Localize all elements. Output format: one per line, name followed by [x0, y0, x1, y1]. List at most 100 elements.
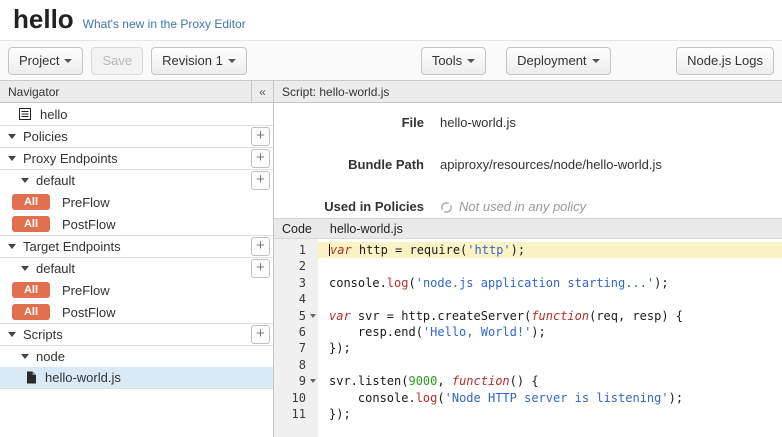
all-badge: All — [12, 304, 50, 320]
add-target-endpoint-button[interactable]: + — [251, 237, 270, 256]
line-number: 7 — [274, 340, 318, 356]
toolbar: Project Save Revision 1 Tools Deployment… — [0, 40, 782, 81]
nav-item-target-postflow[interactable]: All PostFlow — [0, 301, 273, 323]
code-line[interactable]: 2 — [274, 258, 782, 274]
nav-item-proxy-default[interactable]: default + — [0, 169, 273, 191]
nav-item-target-default[interactable]: default + — [0, 257, 273, 279]
code-line-text — [318, 291, 782, 307]
code-line[interactable]: 6 resp.end('Hello, World!'); — [274, 324, 782, 340]
code-line-text: svr.listen(9000, function() { — [318, 373, 782, 389]
nav-item-label: Policies — [23, 129, 68, 144]
script-panel-title: Script: hello-world.js — [282, 85, 389, 99]
line-number: 9 — [274, 373, 318, 389]
line-number: 8 — [274, 357, 318, 373]
collapse-panel-button[interactable]: « — [251, 81, 273, 102]
main-split: Navigator « hello Policies + Proxy Endpo… — [0, 81, 782, 437]
used-in-policies-text: Not used in any policy — [459, 197, 586, 217]
code-line[interactable]: 3console.log('node.js application starti… — [274, 275, 782, 291]
all-badge: All — [12, 194, 50, 210]
code-line[interactable]: 7}); — [274, 340, 782, 356]
detail-row-file: File hello-world.js — [274, 113, 782, 133]
code-line[interactable]: 5var svr = http.createServer(function(re… — [274, 308, 782, 324]
nav-item-label: Proxy Endpoints — [23, 151, 118, 166]
chevron-down-icon — [228, 59, 236, 63]
revision-menu-button[interactable]: Revision 1 — [151, 47, 247, 75]
code-line-text: var svr = http.createServer(function(req… — [318, 308, 782, 324]
whats-new-link[interactable]: What's new in the Proxy Editor — [83, 17, 246, 31]
code-line-text: console.log('node.js application startin… — [318, 275, 782, 291]
add-flow-button[interactable]: + — [251, 171, 270, 190]
nav-section-policies[interactable]: Policies + — [0, 125, 273, 147]
nav-item-hello-world-js[interactable]: hello-world.js — [0, 367, 273, 389]
nav-item-label: PostFlow — [62, 305, 115, 320]
code-line-text: }); — [318, 340, 782, 356]
script-panel-header: Script: hello-world.js — [274, 81, 782, 103]
code-section-header: Code hello-world.js — [274, 218, 782, 239]
all-badge: All — [12, 216, 50, 232]
code-line[interactable]: 11}); — [274, 406, 782, 422]
triangle-down-icon — [8, 244, 16, 249]
triangle-down-icon — [8, 332, 16, 337]
code-line-text: }); — [318, 406, 782, 422]
project-menu-button[interactable]: Project — [8, 47, 83, 75]
project-menu-label: Project — [19, 53, 59, 68]
line-number: 3 — [274, 275, 318, 291]
code-line[interactable]: 8 — [274, 357, 782, 373]
nav-item-label: Scripts — [23, 327, 63, 342]
code-line-text: var http = require('http'); — [318, 242, 782, 258]
fold-toggle-icon[interactable] — [310, 314, 316, 318]
nav-item-label: default — [36, 173, 75, 188]
all-badge: All — [12, 282, 50, 298]
triangle-down-icon — [21, 354, 29, 359]
triangle-down-icon — [21, 266, 29, 271]
nav-section-proxy-endpoints[interactable]: Proxy Endpoints + — [0, 147, 273, 169]
triangle-down-icon — [8, 134, 16, 139]
nodejs-logs-button[interactable]: Node.js Logs — [676, 47, 774, 75]
nav-item-target-preflow[interactable]: All PreFlow — [0, 279, 273, 301]
code-line[interactable]: 1var http = require('http'); — [274, 242, 782, 258]
code-editor[interactable]: 1var http = require('http');23console.lo… — [274, 239, 782, 437]
fold-toggle-icon[interactable] — [310, 379, 316, 383]
file-value: hello-world.js — [440, 113, 516, 133]
nav-item-label: PreFlow — [62, 283, 110, 298]
script-details: File hello-world.js Bundle Path apiproxy… — [274, 103, 782, 218]
chevron-down-icon — [592, 59, 600, 63]
nav-item-node-folder[interactable]: node — [0, 345, 273, 367]
code-line[interactable]: 9svr.listen(9000, function() { — [274, 373, 782, 389]
line-number: 1 — [274, 242, 318, 258]
add-proxy-endpoint-button[interactable]: + — [251, 149, 270, 168]
navigator-panel: Navigator « hello Policies + Proxy Endpo… — [0, 81, 274, 437]
nav-section-scripts[interactable]: Scripts + — [0, 323, 273, 345]
bundle-path-label: Bundle Path — [274, 155, 424, 175]
line-number: 2 — [274, 258, 318, 274]
nav-item-label: PreFlow — [62, 195, 110, 210]
deployment-menu-button[interactable]: Deployment — [506, 47, 610, 75]
bundle-path-value: apiproxy/resources/node/hello-world.js — [440, 155, 662, 175]
line-number: 5 — [274, 308, 318, 324]
tools-menu-button[interactable]: Tools — [421, 47, 486, 75]
nav-item-proxy-preflow[interactable]: All PreFlow — [0, 191, 273, 213]
code-line[interactable]: 10 console.log('Node HTTP server is list… — [274, 390, 782, 406]
nav-item-label: hello-world.js — [45, 370, 121, 385]
line-number: 6 — [274, 324, 318, 340]
nav-item-label: default — [36, 261, 75, 276]
add-policy-button[interactable]: + — [251, 127, 270, 146]
navigator-title: Navigator — [8, 85, 59, 99]
add-script-button[interactable]: + — [251, 325, 270, 344]
nav-item-label: PostFlow — [62, 217, 115, 232]
code-line[interactable]: 4 — [274, 291, 782, 307]
add-flow-button[interactable]: + — [251, 259, 270, 278]
deployment-menu-label: Deployment — [517, 53, 586, 68]
nav-item-proxy-postflow[interactable]: All PostFlow — [0, 213, 273, 235]
code-line-text — [318, 357, 782, 373]
triangle-down-icon — [21, 178, 29, 183]
nav-item-hello-bundle[interactable]: hello — [0, 103, 273, 125]
nav-section-target-endpoints[interactable]: Target Endpoints + — [0, 235, 273, 257]
tools-menu-label: Tools — [432, 53, 462, 68]
save-button[interactable]: Save — [91, 47, 143, 75]
file-icon — [26, 371, 37, 384]
nodejs-logs-label: Node.js Logs — [687, 53, 763, 68]
used-in-policies-label: Used in Policies — [274, 197, 424, 217]
app-header: hello What's new in the Proxy Editor — [0, 0, 782, 40]
code-line-text: resp.end('Hello, World!'); — [318, 324, 782, 340]
